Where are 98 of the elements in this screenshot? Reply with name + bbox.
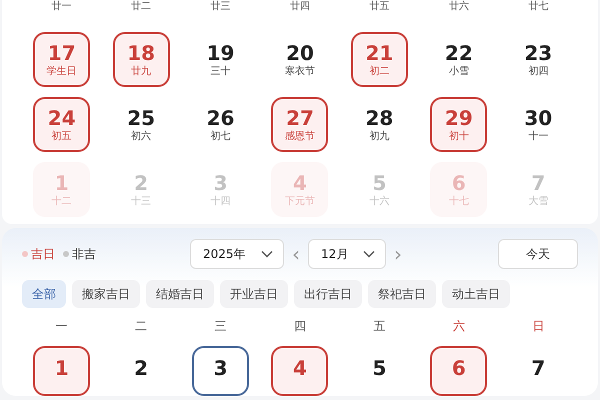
day-number: 27 (286, 106, 314, 130)
weekday-label: 三 (214, 318, 227, 335)
day-cell[interactable]: 2 (112, 346, 170, 396)
day-cell[interactable]: 17 学生日 (33, 32, 90, 87)
day-number: 5 (372, 356, 386, 380)
lunar-date: 初五 (52, 130, 72, 143)
weekday-label: 四 (294, 318, 306, 335)
day-number: 29 (444, 106, 473, 130)
lunar-date: 十二 (52, 195, 72, 208)
day-number: 30 (524, 106, 552, 130)
filter-chip[interactable]: 动土吉日 (442, 280, 510, 308)
day-number: 25 (127, 106, 156, 130)
lunar-date: 廿一 (52, 2, 72, 12)
day-number: 23 (524, 41, 552, 65)
day-cell[interactable]: 19 三十 (192, 32, 250, 87)
lunar-date: 初二 (369, 65, 390, 78)
day-number: 4 (293, 356, 307, 380)
day-cell[interactable]: 30 十一 (510, 97, 567, 152)
day-number: 2 (134, 356, 148, 380)
filter-chip[interactable]: 搬家吉日 (72, 280, 140, 308)
filter-chip[interactable]: 结婚吉日 (146, 280, 214, 308)
day-cell[interactable]: 7 (510, 346, 567, 396)
day-cell[interactable]: 20 寒衣节 (271, 32, 328, 87)
lunar-date: 学生日 (46, 65, 77, 78)
day-number: 18 (127, 41, 156, 65)
day-number: 26 (206, 106, 234, 130)
today-button[interactable]: 今天 (498, 239, 578, 269)
day-cell[interactable]: 6 (430, 346, 488, 396)
lunar-date: 十七 (448, 195, 469, 208)
day-cell[interactable]: 18 廿九 (112, 32, 170, 87)
day-cell[interactable]: 24 初五 (33, 97, 90, 152)
day-cell[interactable]: 25 初六 (112, 97, 170, 152)
year-select[interactable]: 2025年 (190, 239, 284, 269)
lunar-date: 廿九 (131, 65, 152, 78)
lunar-date: 初七 (210, 130, 231, 143)
day-number: 6 (452, 356, 466, 380)
lunar-date: 廿五 (369, 2, 390, 12)
month-select[interactable]: 12月 (308, 239, 386, 269)
day-number: 21 (366, 41, 394, 65)
lunar-date: 十四 (210, 195, 231, 208)
lunar-date: 初四 (528, 65, 548, 78)
day-cell[interactable]: 3 (192, 346, 250, 396)
lunar-date: 廿六 (448, 2, 469, 12)
legend-label: 非吉 (72, 246, 96, 262)
day-number: 4 (293, 171, 307, 195)
caret-icon (261, 250, 273, 258)
day-number: 22 (444, 41, 473, 65)
day-number: 28 (366, 106, 394, 130)
day-number: 20 (286, 41, 314, 65)
day-number: 24 (48, 106, 76, 130)
day-cell[interactable]: 23 初四 (510, 32, 567, 87)
lunar-date: 感恩节 (284, 130, 315, 143)
weekday-label: 一 (56, 318, 68, 335)
day-number: 1 (54, 171, 69, 195)
lunar-date: 十三 (131, 195, 152, 208)
lunar-date: 初十 (448, 130, 469, 143)
lunar-date: 大雪 (528, 195, 548, 208)
lunar-date: 十一 (528, 130, 548, 143)
day-cell[interactable]: 21 初二 (350, 32, 408, 87)
weekday-label: 六 (452, 318, 465, 335)
day-cell[interactable]: 5 (350, 346, 408, 396)
lunar-date: 廿四 (290, 2, 310, 12)
day-number: 1 (54, 356, 69, 380)
lunar-date: 廿七 (528, 2, 548, 12)
lunar-date: 初六 (131, 130, 152, 143)
day-number: 2 (134, 171, 148, 195)
weekday-label: 二 (135, 318, 148, 335)
day-number: 3 (214, 171, 228, 195)
lunar-date: 三十 (210, 65, 231, 78)
filter-chip[interactable]: 全部 (22, 280, 66, 308)
day-cell[interactable]: 29 初十 (430, 97, 488, 152)
day-cell[interactable]: 1 (33, 346, 90, 396)
day-number: 3 (214, 356, 228, 380)
lunar-date: 廿三 (210, 2, 231, 12)
lunar-date: 十六 (369, 195, 390, 208)
day-cell[interactable]: 26 初七 (192, 97, 250, 152)
weekday-label: 五 (373, 318, 386, 335)
day-cell[interactable]: 27 感恩节 (271, 97, 328, 152)
filter-chip[interactable]: 祭祀吉日 (368, 280, 436, 308)
day-number: 6 (452, 171, 466, 195)
filter-chip[interactable]: 出行吉日 (294, 280, 362, 308)
caret-icon (363, 250, 375, 258)
lunar-date: 下元节 (284, 195, 315, 208)
day-cell[interactable]: 28 初九 (350, 97, 408, 152)
day-cell[interactable]: 22 小雪 (430, 32, 488, 87)
day-number: 19 (206, 41, 234, 65)
day-number: 7 (531, 356, 546, 380)
weekday-label: 日 (532, 318, 544, 335)
filter-chip[interactable]: 开业吉日 (220, 280, 288, 308)
day-cell[interactable]: 4 (271, 346, 328, 396)
lunar-date: 廿二 (131, 2, 152, 12)
lunar-date: 小雪 (448, 65, 469, 78)
day-number: 7 (531, 171, 546, 195)
day-number: 17 (48, 41, 76, 65)
day-number: 5 (372, 171, 386, 195)
legend-label: 吉日 (31, 246, 55, 262)
lunar-date: 初九 (369, 130, 390, 143)
lunar-date: 寒衣节 (284, 65, 315, 78)
